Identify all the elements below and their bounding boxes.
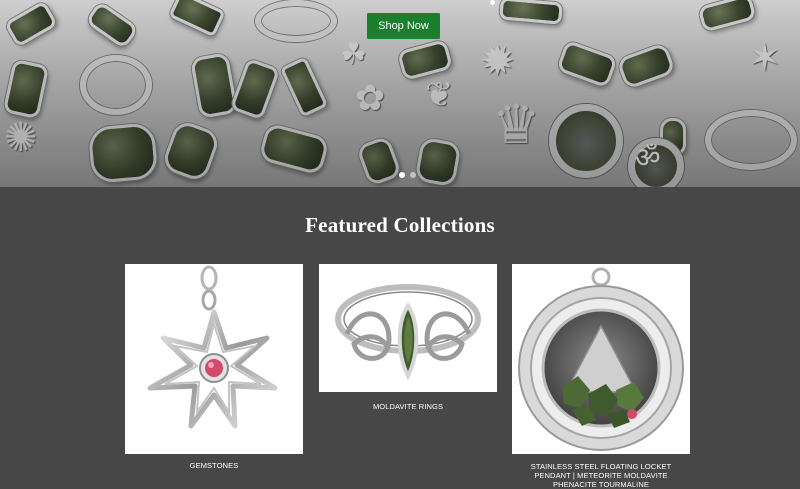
collection-image-moldavite-rings[interactable]	[319, 264, 497, 392]
shop-now-button[interactable]: Shop Now	[367, 13, 440, 39]
floating-locket-image	[518, 267, 684, 451]
collection-label-gemstones[interactable]: GEMSTONES	[125, 461, 303, 470]
collection-label-moldavite-rings[interactable]: MOLDAVITE RINGS	[319, 402, 497, 411]
collection-image-gemstones[interactable]	[125, 264, 303, 454]
slide-dot-1[interactable]	[399, 172, 405, 178]
slide-dot-2[interactable]	[410, 172, 416, 178]
celtic-ring-image	[335, 284, 481, 381]
collection-card-moldavite-rings[interactable]: MOLDAVITE RINGS	[319, 264, 497, 416]
star-pendant-image	[147, 265, 278, 429]
featured-collections-title: Featured Collections	[305, 213, 495, 237]
hero-top-dot	[490, 0, 495, 5]
collection-label-floating-locket[interactable]: STAINLESS STEEL FLOATING LOCKET PENDANT …	[512, 462, 690, 489]
collection-card-floating-locket[interactable]: STAINLESS STEEL FLOATING LOCKET PENDANT …	[512, 264, 690, 489]
collection-card-gemstones[interactable]: GEMSTONES	[125, 264, 303, 480]
hero-banner: ✺ ☘ ✹ ✶ ॐ ❦ ♛ ✿ Shop Now	[0, 0, 800, 187]
collection-image-floating-locket[interactable]	[512, 264, 690, 454]
